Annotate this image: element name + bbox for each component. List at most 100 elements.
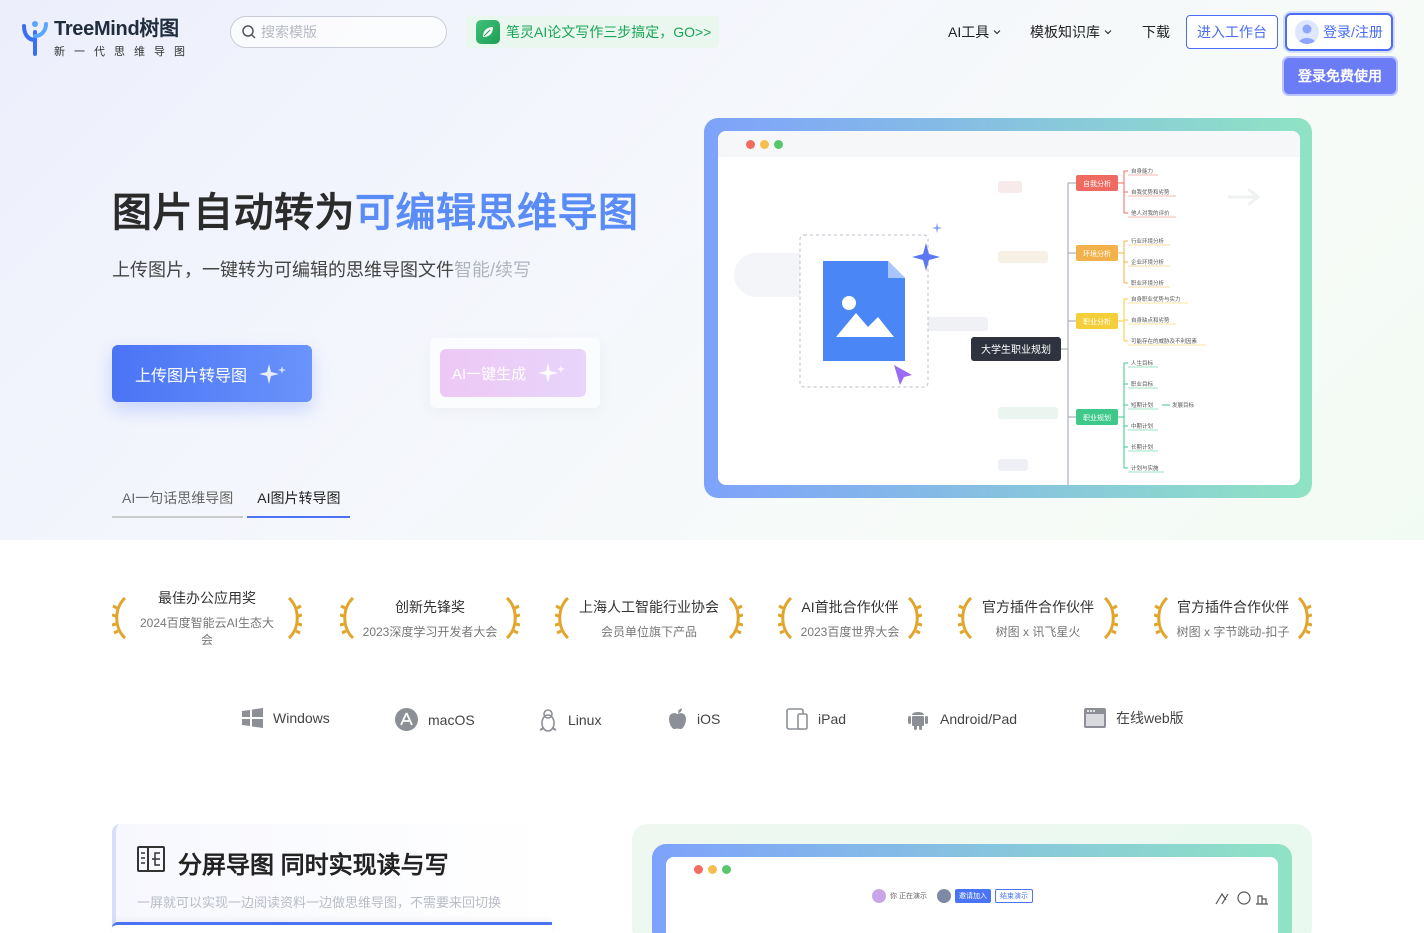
tab-ai-image[interactable]: AI图片转导图: [247, 484, 351, 518]
faded-shape: [998, 251, 1048, 263]
minimize-dot-icon: [760, 139, 769, 149]
mindmap-connector: [1118, 363, 1125, 468]
platform-windows[interactable]: Windows: [242, 708, 330, 728]
nav-ai-tools-label: AI工具: [948, 24, 990, 40]
award-item: 上海人工智能行业协会 会员单位旗下产品: [555, 594, 743, 642]
end-presentation-button[interactable]: 结束演示: [994, 889, 1033, 903]
faded-shape: [998, 459, 1028, 471]
logo-name: TreeMind树图: [54, 18, 179, 40]
hero-title-main: 图片自动转为: [112, 191, 355, 235]
window-titlebar: [666, 857, 1278, 881]
award-subtitle: 2024百度智能云AI生态大会: [139, 616, 275, 647]
award-subtitle: 树图 x 字节跳动-扣子: [1176, 624, 1290, 639]
award-title: 官方插件合作伙伴: [1177, 598, 1289, 615]
logo[interactable]: TreeMind树图 新一代思维导图: [20, 12, 194, 59]
minimize-dot-icon: [708, 864, 717, 874]
award-subtitle: 会员单位旗下产品: [600, 624, 697, 639]
search-input[interactable]: [261, 24, 431, 40]
close-dot-icon: [746, 139, 755, 149]
mindmap-child-label: 职业环境分析: [1131, 279, 1165, 287]
preview-window: 大学生职业规划 自我分析 自身能力 自我优势和劣势 他人对我的评价 环境分析 行业环境分析…: [718, 131, 1300, 485]
mindmap-child-label: 自我优势和劣势: [1131, 188, 1170, 196]
ai-generate-label: AI一键生成: [452, 365, 527, 383]
mindmap-connector: [1118, 171, 1125, 213]
platform-ipad[interactable]: iPad: [786, 708, 846, 730]
mindmap-child-label: 自身职业优势与实力: [1131, 295, 1181, 303]
mindmap-child-label: 他人对我的评价: [1131, 209, 1170, 217]
hero-title-highlight: 可编辑思维导图: [355, 191, 639, 235]
awards-row: 最佳办公应用奖 2024百度智能云AI生态大会 创新先锋奖 2023深度学习开发者大…: [112, 590, 1312, 647]
platform-macos[interactable]: macOS: [395, 708, 475, 731]
nav-download[interactable]: 下载: [1142, 22, 1170, 42]
mindmap-child-label: 行业环境分析: [1131, 237, 1165, 245]
maximize-dot-icon: [722, 864, 731, 874]
laurel-right-icon: [287, 596, 302, 640]
mindmap-branch-label: 职业分析: [1083, 317, 1111, 326]
award-title: 最佳办公应用奖: [158, 590, 256, 606]
mindmap-child-label: 企业环境分析: [1131, 258, 1165, 266]
laurel-left-icon: [958, 596, 973, 640]
linux-icon: [539, 709, 557, 732]
award-item: 创新先锋奖 2023深度学习开发者大会: [340, 594, 520, 642]
platform-linux[interactable]: Linux: [538, 708, 601, 732]
award-subtitle: 树图 x 讯飞星火: [995, 624, 1081, 639]
ai-generate-button[interactable]: AI一键生成: [440, 349, 586, 397]
hero-title: 图片自动转为可编辑思维导图: [112, 180, 639, 238]
enter-workspace-button[interactable]: 进入工作台: [1186, 15, 1278, 49]
feature-title: 分屏导图 同时实现读与写: [178, 852, 449, 879]
laurel-right-icon: [1103, 596, 1118, 640]
upload-image-button[interactable]: 上传图片转导图: [112, 345, 312, 402]
mindmap-connector: [1118, 241, 1125, 283]
platform-web[interactable]: 在线web版: [1084, 708, 1184, 728]
award-title: 官方插件合作伙伴: [982, 598, 1094, 615]
award-title: AI首批合作伙伴: [801, 598, 899, 615]
mindmap-branch-label: 自我分析: [1083, 179, 1111, 188]
brush-icon[interactable]: [1215, 892, 1229, 905]
apple-icon: [669, 708, 686, 730]
platform-label: iPad: [818, 711, 847, 727]
mindmap-child-label: 职业目标: [1131, 380, 1154, 388]
sparkle-icon: [259, 363, 287, 384]
invite-button[interactable]: 邀请加入: [954, 889, 991, 903]
platform-label: iOS: [697, 711, 721, 727]
search-box[interactable]: [230, 16, 447, 48]
platform-label: Linux: [568, 712, 602, 728]
nav-download-label: 下载: [1142, 24, 1170, 40]
image-file-icon: [823, 261, 905, 361]
chevron-down-icon: [1104, 30, 1112, 35]
mindmap-child-label: 发展目标: [1172, 401, 1195, 409]
mindmap-child-label: 可能存在的威胁及不利因素: [1131, 337, 1198, 345]
promo-text: 笔灵AI论文写作三步搞定，GO>>: [506, 24, 712, 40]
platform-android[interactable]: Android/Pad: [906, 708, 1017, 730]
tab-ai-sentence[interactable]: AI一句话思维导图: [112, 484, 244, 518]
logo-slogan: 新一代思维导图: [54, 46, 194, 58]
search-icon: [242, 25, 256, 39]
laurel-left-icon: [555, 596, 570, 640]
chart-icon[interactable]: [1256, 895, 1268, 905]
nav-templates[interactable]: 模板知识库: [1030, 22, 1112, 42]
mindmap-child-label: 中期计划: [1131, 422, 1153, 430]
presenting-text: 你 正在演示: [890, 893, 927, 900]
mindmap-child-label: 自身缺点和劣势: [1131, 316, 1170, 324]
toolbar-icons: [1215, 891, 1268, 905]
login-button[interactable]: 登录/注册: [1285, 13, 1393, 51]
award-subtitle: 2023百度世界大会: [800, 624, 900, 639]
free-use-button[interactable]: 登录免费使用: [1284, 58, 1396, 94]
faded-shape: [998, 181, 1022, 193]
laurel-left-icon: [112, 596, 127, 640]
mindmap-child-label: 短期计划: [1131, 401, 1153, 409]
comment-icon[interactable]: [1237, 891, 1251, 905]
mindmap-branch-label: 环境分析: [1083, 249, 1111, 258]
top-header: TreeMind树图 新一代思维导图 笔灵AI论文写作三步搞定，GO>> AI工…: [0, 0, 1424, 94]
avatar: [936, 889, 951, 903]
promo-banner[interactable]: 笔灵AI论文写作三步搞定，GO>>: [466, 16, 719, 48]
appstore-icon: [395, 708, 418, 731]
android-icon: [908, 712, 928, 730]
nav-ai-tools[interactable]: AI工具: [948, 22, 1001, 42]
hero-subtitle-main: 上传图片，一键转为可编辑的思维导图文件: [112, 260, 454, 280]
laurel-right-icon: [1297, 596, 1312, 640]
platform-ios[interactable]: iOS: [668, 708, 720, 730]
nav-templates-label: 模板知识库: [1030, 24, 1100, 40]
upload-label: 上传图片转导图: [135, 367, 248, 385]
close-dot-icon: [694, 864, 703, 874]
